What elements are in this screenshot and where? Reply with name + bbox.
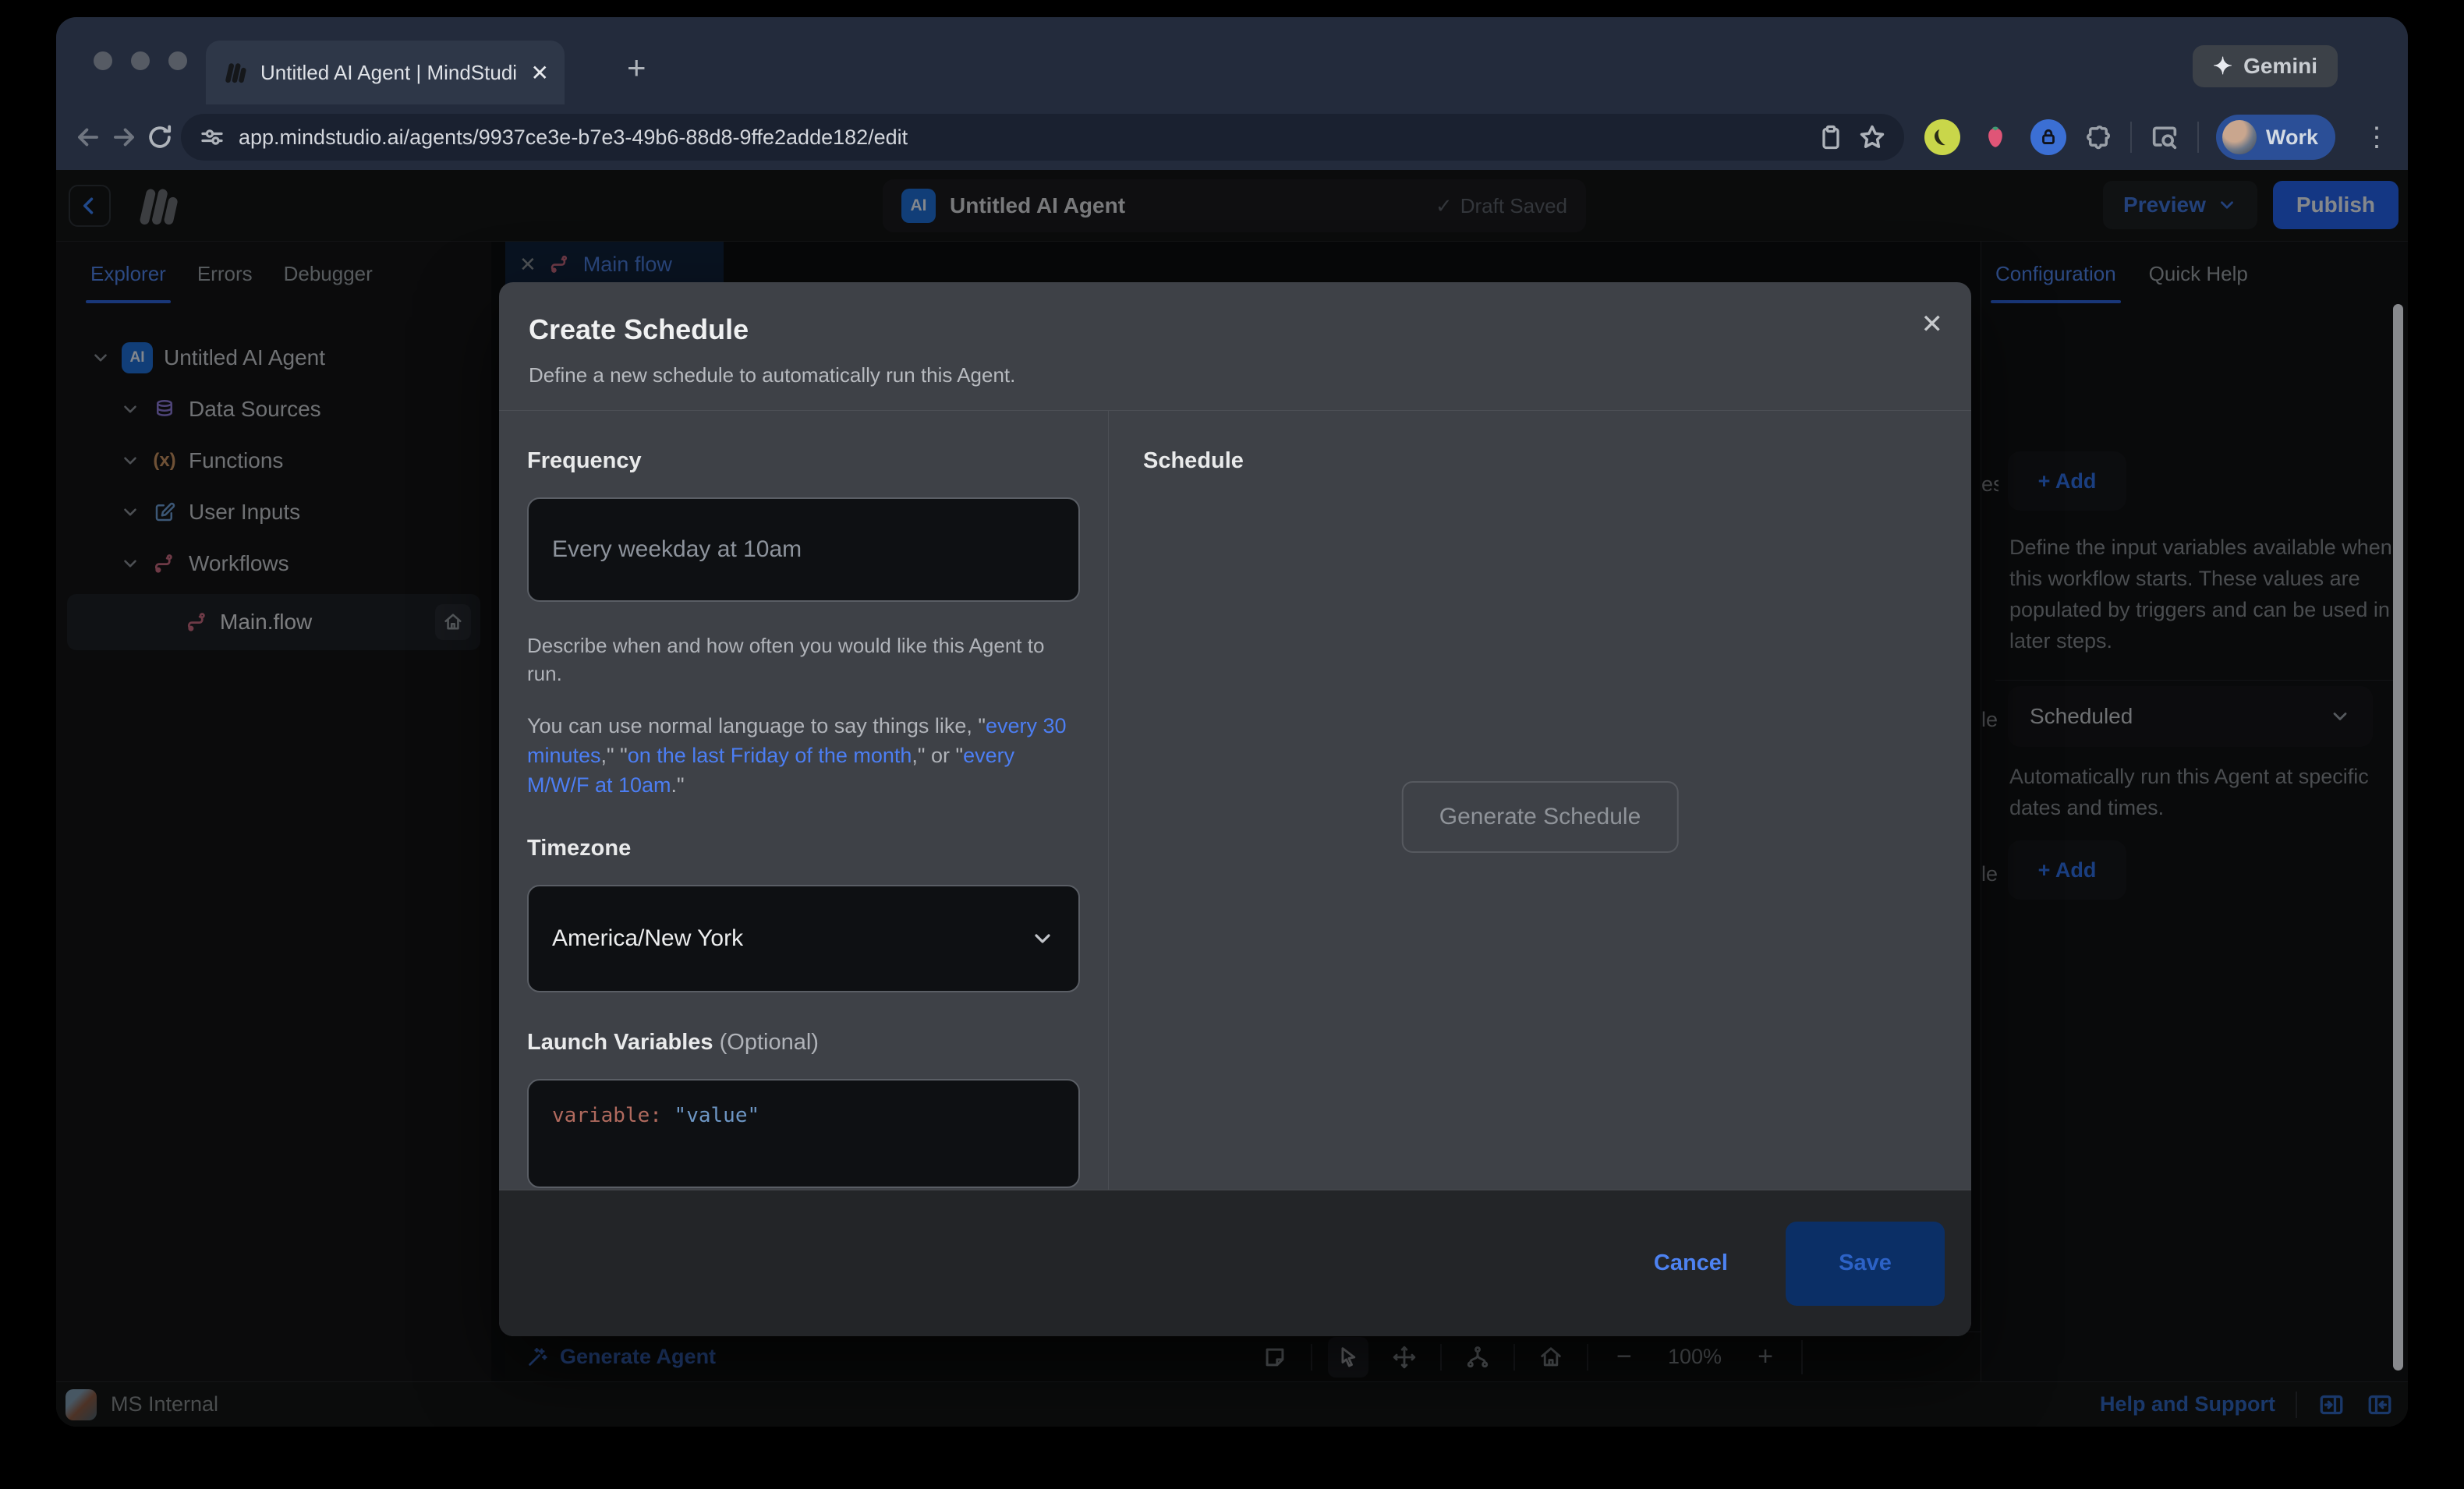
extensions-puzzle-icon[interactable] <box>2083 122 2113 152</box>
tab-title: Untitled AI Agent | MindStudio <box>260 61 518 85</box>
reload-icon[interactable] <box>145 116 175 158</box>
gemini-button[interactable]: ✦ Gemini <box>2193 45 2338 87</box>
forward-nav-icon[interactable] <box>109 116 139 158</box>
modal-title: Create Schedule <box>529 313 1942 346</box>
modal-close-icon[interactable]: ✕ <box>1921 309 1944 340</box>
generate-schedule-button[interactable]: Generate Schedule <box>1402 781 1679 853</box>
timezone-label: Timezone <box>527 836 1080 861</box>
chevron-down-icon <box>1030 926 1055 951</box>
panel-scrollbar[interactable] <box>2393 304 2403 1371</box>
profile-avatar <box>2222 120 2257 154</box>
tab-close-icon[interactable]: ✕ <box>531 60 549 86</box>
browser-window: Untitled AI Agent | MindStudio ✕ + ✦ Gem… <box>56 17 2408 1427</box>
tab-search-icon[interactable] <box>2149 122 2180 153</box>
cancel-button[interactable]: Cancel <box>1654 1250 1728 1276</box>
browser-menu-icon[interactable]: ⋮ <box>2363 122 2391 153</box>
browser-tab[interactable]: Untitled AI Agent | MindStudio ✕ <box>206 41 565 104</box>
clipboard-icon[interactable] <box>1817 123 1845 151</box>
modal-left-column: Frequency Describe when and how often yo… <box>499 411 1109 1190</box>
schedule-label: Schedule <box>1143 448 1937 474</box>
new-tab-button[interactable]: + <box>627 51 646 84</box>
frequency-input[interactable] <box>552 536 1055 563</box>
browser-profile-button[interactable]: Work <box>2216 115 2335 160</box>
browser-toolbar: app.mindstudio.ai/agents/9937ce3e-b7e3-4… <box>56 104 2408 170</box>
toolbar-divider <box>2197 122 2199 153</box>
modal-right-column: Schedule Generate Schedule <box>1109 411 1971 1190</box>
url-bar[interactable]: app.mindstudio.ai/agents/9937ce3e-b7e3-4… <box>181 114 1904 161</box>
timezone-value: America/New York <box>552 925 743 952</box>
extension-icon-yellow[interactable] <box>1924 119 1960 155</box>
bookmark-star-icon[interactable] <box>1857 122 1887 152</box>
gemini-label: Gemini <box>2243 54 2317 79</box>
extension-icon-1password[interactable] <box>2030 119 2066 155</box>
browser-tab-strip: Untitled AI Agent | MindStudio ✕ + ✦ Gem… <box>56 17 2408 104</box>
save-button[interactable]: Save <box>1786 1222 1945 1306</box>
frequency-field-wrap <box>527 497 1080 602</box>
launch-variables-input[interactable]: variable: "value" <box>527 1079 1080 1188</box>
favicon-mindstudio <box>221 59 248 86</box>
launch-variables-label: Launch Variables (Optional) <box>527 1030 1080 1056</box>
screenshot-root: Untitled AI Agent | MindStudio ✕ + ✦ Gem… <box>0 0 2464 1489</box>
back-nav-icon[interactable] <box>73 116 103 158</box>
traffic-lights[interactable] <box>94 51 187 70</box>
modal-header: Create Schedule Define a new schedule to… <box>499 282 1971 411</box>
modal-footer: Cancel Save <box>499 1190 1971 1336</box>
create-schedule-modal: Create Schedule Define a new schedule to… <box>499 282 1971 1336</box>
extension-icon-strawberry[interactable] <box>1977 119 2013 155</box>
gemini-star-icon: ✦ <box>2213 53 2232 80</box>
hint-link[interactable]: on the last Friday of the month <box>628 744 912 767</box>
toolbar-divider <box>2130 122 2132 153</box>
profile-label: Work <box>2266 126 2318 150</box>
site-settings-icon[interactable] <box>198 123 226 151</box>
timezone-select[interactable]: America/New York <box>527 885 1080 992</box>
frequency-helper: Describe when and how often you would li… <box>527 631 1080 688</box>
extension-icons: Work ⋮ <box>1924 115 2399 160</box>
modal-subtitle: Define a new schedule to automatically r… <box>529 363 1942 387</box>
url-text[interactable]: app.mindstudio.ai/agents/9937ce3e-b7e3-4… <box>239 126 1804 150</box>
frequency-hint: You can use normal language to say thing… <box>527 711 1080 800</box>
frequency-label: Frequency <box>527 448 1080 474</box>
